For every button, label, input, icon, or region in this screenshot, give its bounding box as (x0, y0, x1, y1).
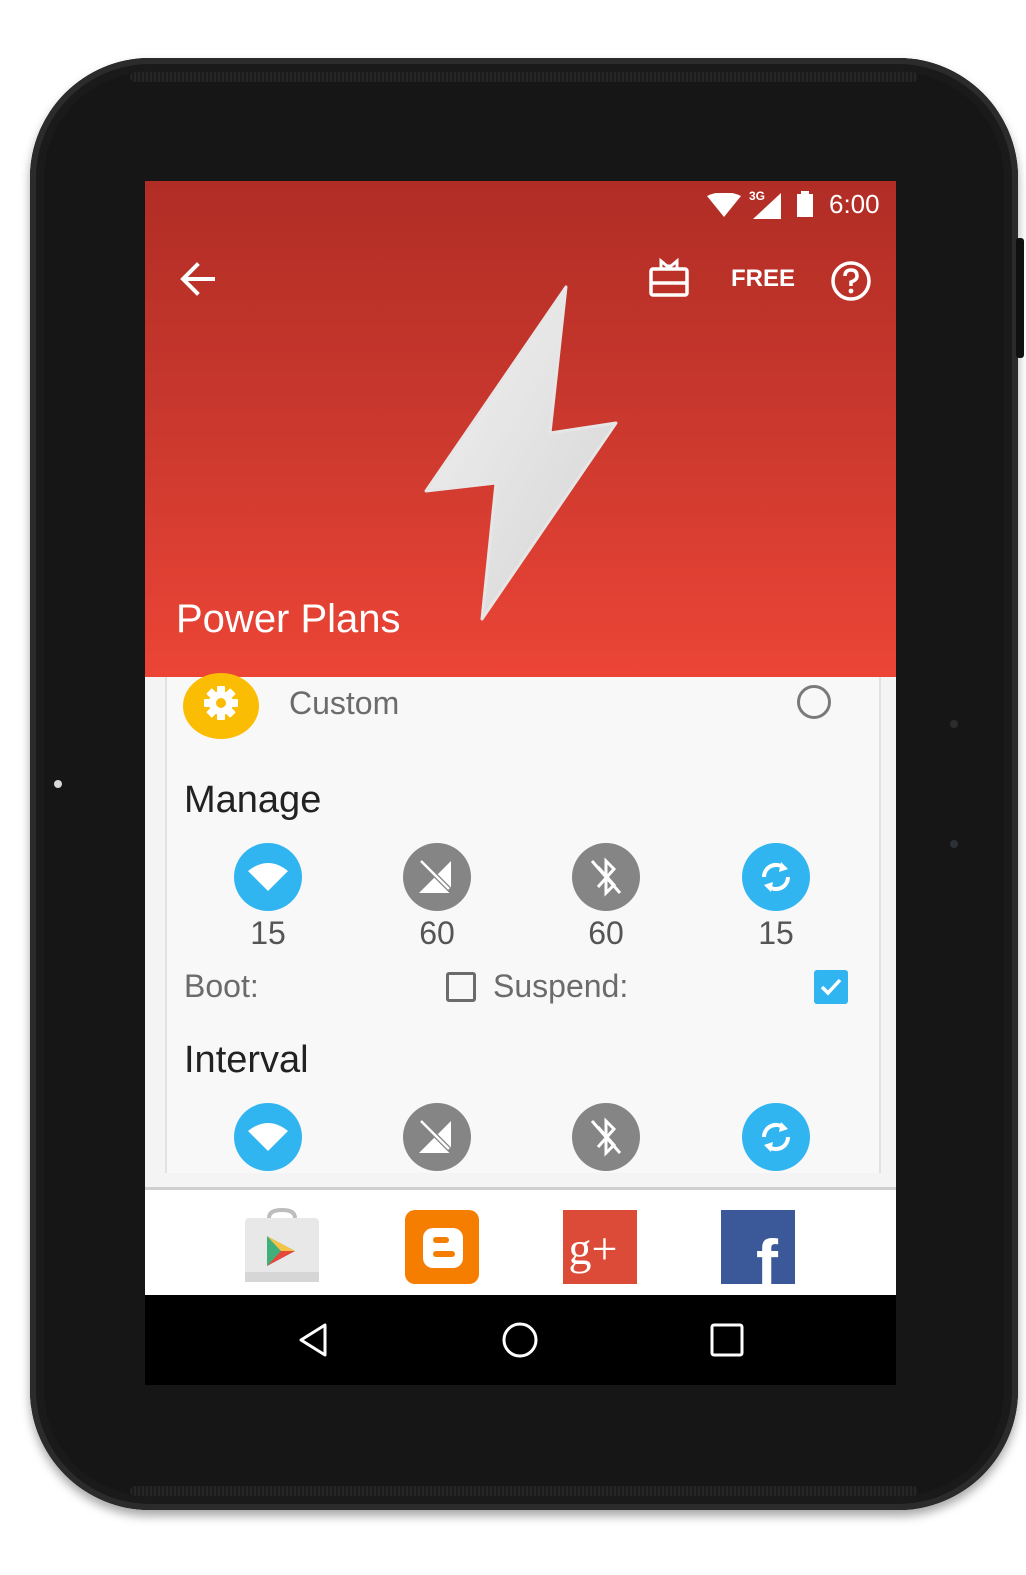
status-time: 6:00 (829, 189, 880, 219)
svg-text:f: f (756, 1226, 779, 1286)
google-play-icon[interactable] (243, 1208, 321, 1286)
top-speaker-grille (130, 72, 918, 82)
power-button (1016, 238, 1024, 358)
suspend-checkbox[interactable] (814, 970, 848, 1004)
sync-value: 15 (758, 915, 794, 951)
blogger-icon[interactable] (403, 1208, 481, 1286)
sync-icon[interactable] (742, 1103, 810, 1171)
gift-card-icon[interactable] (647, 257, 691, 301)
interval-icon-row (167, 1103, 879, 1173)
page-title: Power Plans (176, 597, 401, 641)
signal-icon (753, 193, 781, 219)
suspend-label: Suspend: (493, 968, 629, 1004)
lightning-bolt-icon (424, 285, 618, 621)
plan-row-custom[interactable]: Custom (167, 673, 879, 745)
boot-label: Boot: (184, 968, 259, 1004)
status-bar: 3G 6:00 (145, 181, 896, 229)
plan-radio-button[interactable] (797, 685, 831, 719)
app-header: 3G 6:00 FREE Power Plans (145, 181, 896, 677)
plan-label: Custom (289, 685, 400, 721)
manage-icon-row (167, 843, 879, 913)
back-arrow-icon[interactable] (175, 259, 223, 299)
wifi-status-icon (707, 193, 741, 217)
wifi-value: 15 (250, 915, 286, 951)
google-plus-icon[interactable]: g+ (561, 1208, 639, 1286)
social-links-bar: g+ f (145, 1187, 896, 1298)
sensor-dot (950, 840, 958, 848)
wifi-icon[interactable] (234, 1103, 302, 1171)
free-button[interactable]: FREE (731, 265, 795, 293)
sync-icon[interactable] (742, 843, 810, 911)
app-screen: 3G 6:00 FREE Power Plans Custom Manage 1… (145, 181, 896, 1385)
mobile-data-off-icon[interactable] (403, 1103, 471, 1171)
plan-settings-card: Custom Manage 15 60 60 15 Boot: Suspend:… (165, 673, 881, 1173)
navigation-bar (145, 1295, 896, 1385)
boot-checkbox[interactable] (446, 972, 476, 1002)
gear-icon (204, 686, 238, 720)
mobile-data-off-icon[interactable] (403, 843, 471, 911)
gear-badge (183, 673, 259, 739)
wifi-icon[interactable] (234, 843, 302, 911)
manage-heading: Manage (184, 779, 322, 821)
bluetooth-off-icon[interactable] (572, 843, 640, 911)
svg-text:g+: g+ (569, 1223, 618, 1274)
bluetooth-value: 60 (588, 915, 624, 951)
interval-heading: Interval (184, 1039, 309, 1081)
bluetooth-off-icon[interactable] (572, 1103, 640, 1171)
sensor-dot (950, 720, 958, 728)
mobile-data-value: 60 (419, 915, 455, 951)
help-icon[interactable] (829, 259, 873, 303)
checkmark-icon (820, 978, 842, 996)
nav-back-icon[interactable] (295, 1320, 335, 1360)
nav-home-icon[interactable] (500, 1320, 540, 1360)
facebook-icon[interactable]: f (719, 1208, 797, 1286)
nav-recents-icon[interactable] (707, 1320, 747, 1360)
bottom-speaker-grille (130, 1486, 918, 1496)
camera-dot (54, 780, 62, 788)
battery-icon (797, 191, 813, 217)
